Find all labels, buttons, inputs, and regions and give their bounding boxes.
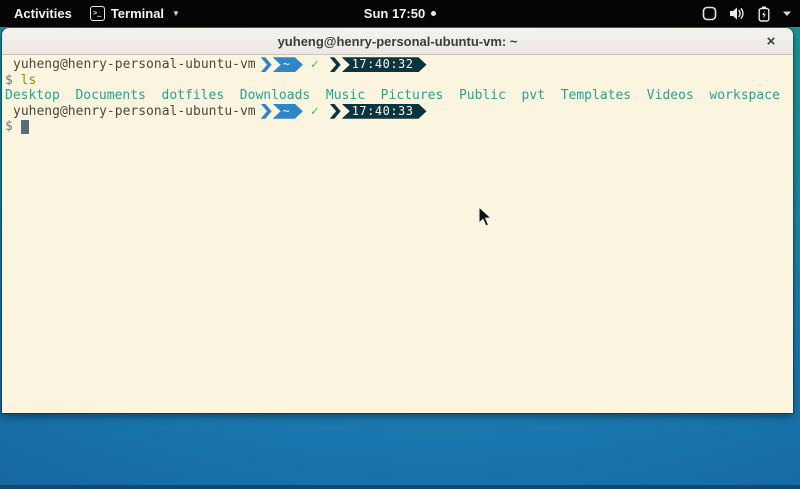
battery-charging-icon: [758, 6, 770, 22]
chevron-down-icon[interactable]: [782, 10, 792, 17]
volume-icon: [729, 6, 746, 21]
terminal-content[interactable]: yuheng@henry-personal-ubuntu-vm ~ ✓ 17:4…: [2, 55, 793, 413]
time-text: 17:40:32: [352, 57, 414, 73]
clock[interactable]: Sun 17:50: [364, 6, 425, 21]
close-button[interactable]: ×: [759, 28, 783, 55]
terminal-window: yuheng@henry-personal-ubuntu-vm: ~ × yuh…: [2, 28, 793, 413]
top-bar-left: Activities >_ Terminal ▼: [0, 4, 180, 23]
powerline-time-segment: 17:40:33: [330, 104, 427, 119]
output-line: Desktop Documents dotfiles Downloads Mus…: [5, 88, 793, 104]
powerline-arrow-icon: [330, 104, 341, 119]
window-title: yuheng@henry-personal-ubuntu-vm: ~: [278, 34, 518, 49]
cwd-badge: ~: [273, 57, 303, 72]
prompt-symbol: $: [5, 73, 13, 89]
user-host-text: yuheng@henry-personal-ubuntu-vm: [13, 104, 256, 120]
time-badge: 17:40:33: [342, 104, 427, 119]
time-text: 17:40:33: [352, 104, 414, 120]
powerline-cwd-segment: ~: [261, 57, 303, 72]
app-menu-terminal[interactable]: >_ Terminal ▼: [90, 6, 180, 21]
cwd-text: ~: [283, 57, 290, 73]
screen: Activities >_ Terminal ▼ Sun 17:50: [0, 0, 800, 489]
prompt-symbol: $: [5, 119, 13, 135]
input-line[interactable]: $: [5, 119, 793, 135]
app-menu-label: Terminal: [111, 6, 164, 21]
desktop-edge: [0, 485, 800, 489]
chevron-down-icon: ▼: [172, 9, 180, 18]
prompt-line-1: yuheng@henry-personal-ubuntu-vm ~ ✓ 17:4…: [5, 57, 793, 73]
notification-dot-icon: [431, 11, 436, 16]
powerline-cwd-segment: ~: [261, 104, 303, 119]
user-host-text: yuheng@henry-personal-ubuntu-vm: [13, 57, 256, 73]
activities-button[interactable]: Activities: [10, 4, 76, 23]
gnome-top-bar: Activities >_ Terminal ▼ Sun 17:50: [0, 0, 800, 27]
command-text: ls: [21, 73, 37, 89]
window-titlebar[interactable]: yuheng@henry-personal-ubuntu-vm: ~ ×: [2, 28, 793, 55]
time-badge: 17:40:32: [342, 57, 427, 72]
display-icon: [702, 6, 717, 21]
check-icon: ✓: [311, 104, 319, 120]
system-status-area[interactable]: [702, 0, 792, 27]
powerline-arrow-icon: [261, 104, 272, 119]
prompt-line-2: yuheng@henry-personal-ubuntu-vm ~ ✓ 17:4…: [5, 104, 793, 120]
powerline-arrow-icon: [261, 57, 272, 72]
powerline-time-segment: 17:40:32: [330, 57, 427, 72]
terminal-app-icon: >_: [90, 6, 105, 21]
terminal-cursor: [21, 120, 29, 134]
ls-output: Desktop Documents dotfiles Downloads Mus…: [5, 88, 780, 104]
command-line: $ ls: [5, 73, 793, 89]
check-icon: ✓: [311, 57, 319, 73]
cwd-text: ~: [283, 104, 290, 120]
powerline-arrow-icon: [330, 57, 341, 72]
cwd-badge: ~: [273, 104, 303, 119]
